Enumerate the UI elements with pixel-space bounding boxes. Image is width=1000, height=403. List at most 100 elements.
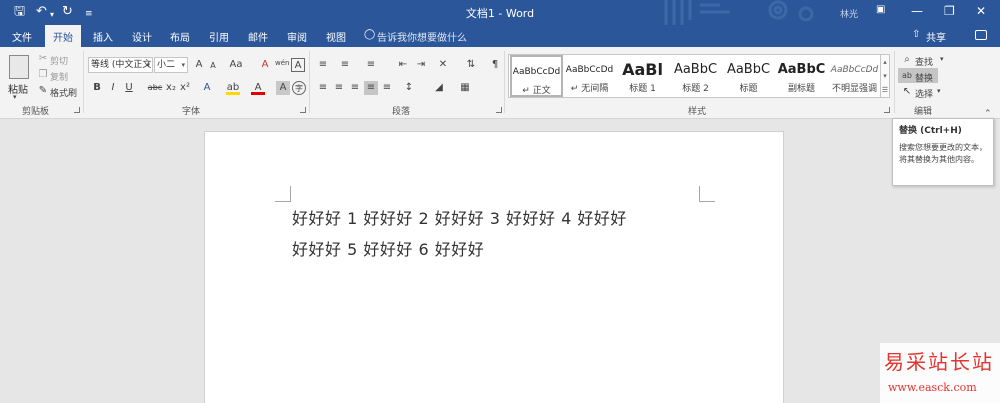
styles-group-label: 样式 [688,107,707,117]
bold-icon[interactable]: B [90,81,104,95]
minimize-icon[interactable]: — [911,4,923,18]
document-text-line[interactable]: 好好好 1 好好好 2 好好好 3 好好好 4 好好好 [292,205,627,229]
clipboard-launcher-icon[interactable] [74,107,80,113]
font-name-combo[interactable]: 等线 (中文正文) ▾ [88,57,153,73]
styles-gallery: AaBbCcDd ↵ 正文 AaBbCcDd ↵ 无间隔 AaBl 标题 1 A… [508,54,881,98]
margin-corner-top-left [275,186,291,202]
style-title[interactable]: AaBbC 标题 [722,55,775,97]
lightbulb-icon: ◯ [364,29,376,40]
align-right-icon[interactable]: ≡ [348,81,362,95]
group-separator [504,51,505,113]
group-separator [83,51,84,113]
replace-tooltip: 替换 (Ctrl+H) 搜索您想要更改的文本，将其替换为其他内容。 [892,118,994,186]
share-button[interactable]: 共享 [926,29,946,44]
replace-icon[interactable]: ab [900,69,914,83]
style-heading-1[interactable]: AaBl 标题 1 [616,55,669,97]
paste-button[interactable]: 粘贴 [8,81,28,96]
superscript-icon[interactable]: x² [178,81,192,95]
tab-home[interactable]: 开始 [45,25,81,47]
ribbon-display-options-icon[interactable]: ▣ [876,4,885,15]
decrease-indent-icon[interactable]: ⇤ [396,58,410,72]
style-normal[interactable]: AaBbCcDd ↵ 正文 [510,55,563,97]
tab-review[interactable]: 审阅 [287,29,307,44]
find-dropdown-icon[interactable]: ▾ [940,55,944,63]
character-shading-icon[interactable]: A [276,81,290,95]
format-painter-icon[interactable]: ✎ [36,84,50,98]
justify-icon[interactable]: ≡ [364,81,378,95]
multilevel-list-icon[interactable]: ≡ [364,58,378,72]
change-case-icon[interactable]: Aa [226,58,246,72]
group-separator [309,51,310,113]
cut-button[interactable]: 剪切 [50,54,68,67]
subscript-icon[interactable]: x₂ [164,81,178,95]
sort-icon[interactable]: ⇅ [464,58,478,72]
style-no-spacing[interactable]: AaBbCcDd ↵ 无间隔 [563,55,616,97]
margin-corner-top-right [699,186,715,202]
enclose-characters-icon[interactable]: 字 [292,81,306,95]
show-marks-icon[interactable]: ¶ [488,58,502,72]
group-separator [894,51,895,113]
strikethrough-icon[interactable]: abc [146,81,164,95]
numbering-icon[interactable]: ≡ [338,58,352,72]
font-group-label: 字体 [182,107,201,117]
tell-me-search[interactable]: 告诉我你想要做什么 [377,29,467,44]
tab-layout[interactable]: 布局 [170,29,190,44]
character-border-icon[interactable]: A [291,58,305,72]
italic-icon[interactable]: I [106,81,120,95]
ribbon-tabs: 文件 开始 插入 设计 布局 引用 邮件 审阅 视图 ◯ 告诉我你想要做什么 ⇧… [0,25,1000,47]
tab-file[interactable]: 文件 [12,29,32,44]
cut-icon[interactable]: ✂ [36,52,50,66]
tab-design[interactable]: 设计 [132,29,152,44]
replace-button[interactable]: 替换 [915,71,933,84]
select-button[interactable]: 选择 [915,87,933,100]
font-size-combo[interactable]: 小二 ▾ [154,57,188,73]
chinese-layout-icon[interactable]: ✕ [436,58,450,72]
underline-icon[interactable]: U [122,81,136,95]
document-page[interactable]: 好好好 1 好好好 2 好好好 3 好好好 4 好好好 好好好 5 好好好 6 … [204,131,784,403]
style-subtitle[interactable]: AaBbC 副标题 [775,55,828,97]
close-icon[interactable]: ✕ [976,4,986,18]
shading-icon[interactable]: ◢ [432,81,446,95]
font-color-icon[interactable]: A [251,81,265,95]
text-effects-icon[interactable]: A [200,81,214,95]
align-center-icon[interactable]: ≡ [332,81,346,95]
share-icon[interactable]: ⇧ [912,29,920,40]
tooltip-body: 搜索您想要更改的文本，将其替换为其他内容。 [899,143,987,164]
distributed-icon[interactable]: ≡ [380,81,394,95]
grow-font-icon[interactable]: A [192,58,206,72]
style-heading-2[interactable]: AaBbC 标题 2 [669,55,722,97]
document-text-line[interactable]: 好好好 5 好好好 6 好好好 [292,236,484,260]
gallery-scrollbar[interactable]: ▴ ▾ ☰ [880,54,890,98]
tab-mailings[interactable]: 邮件 [248,29,268,44]
highlight-icon[interactable]: ab [226,81,240,95]
select-dropdown-icon[interactable]: ▾ [937,87,941,95]
comment-icon[interactable] [975,30,987,40]
line-spacing-icon[interactable]: ↕ [402,81,416,95]
tab-references[interactable]: 引用 [209,29,229,44]
paste-dropdown-icon[interactable]: ▾ [13,93,17,101]
find-icon[interactable]: ⌕ [900,53,914,67]
select-icon[interactable]: ↖ [900,85,914,99]
paragraph-launcher-icon[interactable] [496,107,502,113]
borders-icon[interactable]: ▦ [458,81,472,95]
user-name[interactable]: 林光 [840,7,858,20]
copy-button[interactable]: 复制 [50,70,68,83]
align-left-icon[interactable]: ≡ [316,81,330,95]
shrink-font-icon[interactable]: A [206,59,220,73]
editing-group-label: 编辑 [914,107,933,117]
copy-icon[interactable]: ❐ [36,68,50,82]
tab-insert[interactable]: 插入 [93,29,113,44]
increase-indent-icon[interactable]: ⇥ [414,58,428,72]
tab-view[interactable]: 视图 [326,29,346,44]
find-button[interactable]: 查找 [915,55,933,68]
font-launcher-icon[interactable] [300,107,306,113]
paste-icon[interactable] [9,55,29,79]
style-subtle-emphasis[interactable]: AaBbCcDd 不明显强调 [828,55,881,97]
phonetic-guide-icon[interactable]: wén [275,56,289,70]
format-painter-button[interactable]: 格式刷 [50,86,77,99]
clear-formatting-icon[interactable]: A [258,58,272,72]
styles-launcher-icon[interactable] [884,107,890,113]
bullets-icon[interactable]: ≡ [316,58,330,72]
restore-icon[interactable]: ❐ [944,4,955,18]
watermark-brand: 易采站长站 [884,350,994,374]
